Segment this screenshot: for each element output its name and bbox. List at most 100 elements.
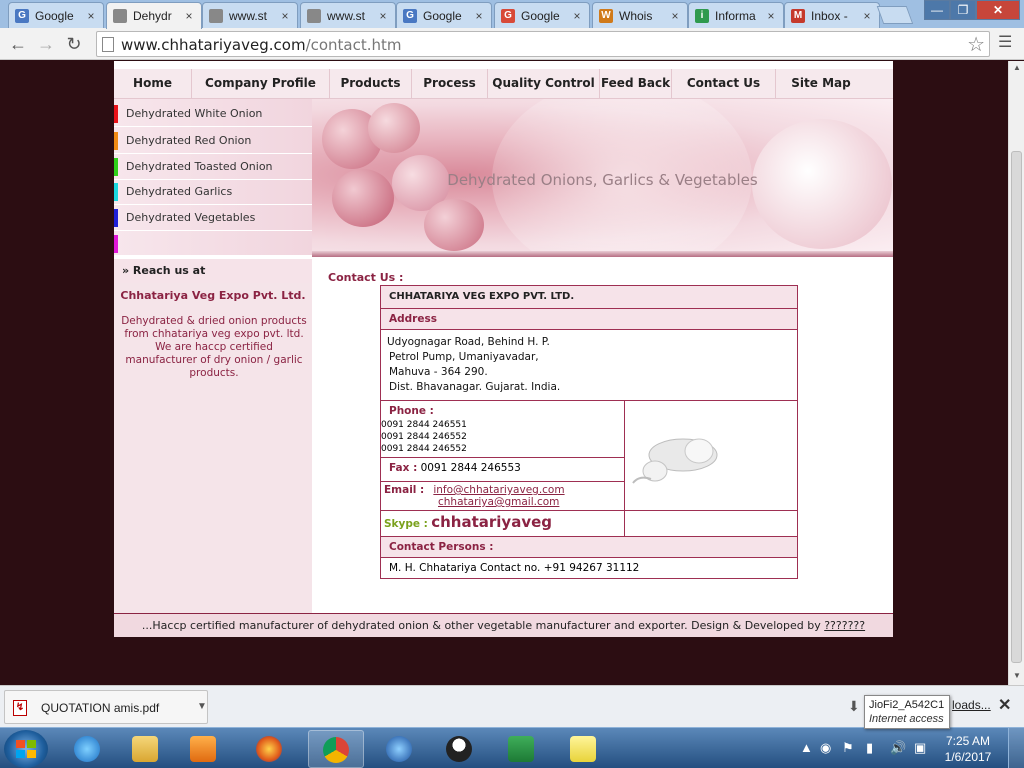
menu-item-vegetables[interactable]: Dehydrated Vegetables [114,205,312,231]
address-line: Mahuva - 364 290. [389,366,488,378]
tab-close-icon[interactable]: × [473,9,485,23]
taskbar-app-icon[interactable] [372,730,428,768]
browser-tab[interactable]: i Informa × [688,2,784,28]
page-icon [113,9,127,23]
tab-close-icon[interactable]: × [765,9,777,23]
phone-number: 0091 2844 246551 [381,420,467,430]
start-button[interactable] [4,730,48,768]
tab-close-icon[interactable]: × [279,9,291,23]
site-footer: ...Haccp certified manufacturer of dehyd… [114,613,893,637]
volume-icon[interactable]: 🔊 [890,740,906,756]
onion-image [368,103,420,153]
browser-tab[interactable]: www.st × [202,2,298,28]
contact-person: M. H. Chhatariya Contact no. +91 94267 3… [380,557,798,579]
nav-home[interactable]: Home [114,69,192,99]
whois-icon: W [599,8,613,23]
browser-tab[interactable]: W Whois × [592,2,688,28]
show-all-downloads-link[interactable]: loads... [952,698,991,712]
menu-item-garlics[interactable]: Dehydrated Garlics [114,179,312,205]
menu-color-bar [114,235,118,253]
new-tab-button[interactable] [876,6,914,24]
taskbar-clock[interactable]: 7:25 AM 1/6/2017 [938,733,998,765]
phone-image-cell [624,400,798,511]
tab-close-icon[interactable]: × [571,9,583,23]
browser-tab[interactable]: G Google × [8,2,104,28]
show-desktop-button[interactable] [1008,728,1024,768]
nav-contact-us[interactable]: Contact Us [672,69,776,99]
fax-label: Fax : [389,462,418,474]
gmail-icon: M [791,8,805,23]
menu-color-bar [114,105,118,123]
nav-site-map[interactable]: Site Map [776,69,866,99]
taskbar-media-player-icon[interactable] [176,730,232,768]
contact-persons-label: Contact Persons : [380,536,798,558]
url-text[interactable]: www.chhatariyaveg.com/contact.htm [121,36,402,54]
chrome-menu-icon[interactable]: ☰ [998,34,1016,52]
menu-item-red-onion[interactable]: Dehydrated Red Onion [114,128,312,154]
scroll-thumb[interactable] [1011,151,1022,663]
contact-table: CHHATARIYA VEG EXPO PVT. LTD. Address Ud… [380,285,798,579]
tab-title: Google [423,8,462,23]
download-item[interactable]: ↯ QUOTATION amis.pdf ▼ [4,690,208,724]
tab-close-icon[interactable]: × [377,9,389,23]
address-bar[interactable]: www.chhatariyaveg.com/contact.htm ☆ [96,31,990,57]
network-signal-icon[interactable]: ▮ [866,740,873,756]
browser-tab-strip: G Google × Dehydr × www.st × www.st × G Google × G Go… [0,0,1024,29]
taskbar-qq-icon[interactable] [432,730,488,768]
tab-close-icon[interactable]: × [183,9,195,23]
nav-process[interactable]: Process [412,69,488,99]
browser-tab[interactable]: M Inbox - × [784,2,880,28]
scroll-down-icon[interactable]: ▼ [1012,671,1022,680]
tab-close-icon[interactable]: × [861,9,873,23]
header-banner: Dehydrated Onions, Garlics & Vegetables [312,99,893,251]
window-restore-button[interactable]: ❐ [950,0,976,20]
menu-item-empty[interactable] [114,231,312,257]
taskbar-firefox-icon[interactable] [242,730,298,768]
taskbar-explorer-icon[interactable] [118,730,174,768]
pdf-icon: ↯ [13,700,27,716]
clock-time: 7:25 AM [945,734,991,748]
menu-item-white-onion[interactable]: Dehydrated White Onion [114,101,312,127]
tray-expand-icon[interactable]: ▲ [800,740,813,755]
tab-close-icon[interactable]: × [85,9,97,23]
taskbar-sticky-notes-icon[interactable] [556,730,612,768]
nav-products[interactable]: Products [330,69,412,99]
page-icon [307,8,321,23]
bookmark-star-icon[interactable]: ☆ [967,32,985,57]
window-minimize-button[interactable]: — [924,0,950,20]
nav-company-profile[interactable]: Company Profile [192,69,330,99]
nav-feed-back[interactable]: Feed Back [600,69,672,99]
email-link-info[interactable]: info@chhatariyaveg.com [433,484,564,496]
forward-arrow-icon[interactable]: → [34,32,58,56]
window-close-button[interactable]: ✕ [976,0,1020,20]
browser-tab[interactable]: www.st × [300,2,396,28]
download-arrow-icon: ⬇ [848,698,860,714]
contact-company-heading: CHHATARIYA VEG EXPO PVT. LTD. [380,285,798,309]
tab-title: Whois [619,8,653,23]
chevron-down-icon[interactable]: ▼ [197,701,207,712]
close-icon[interactable]: ✕ [998,695,1011,715]
tray-status-icon[interactable]: ▣ [914,740,926,756]
taskbar-chrome-icon[interactable] [308,730,364,768]
browser-tab[interactable]: Dehydr × [106,2,202,29]
taskbar-excel-icon[interactable] [494,730,550,768]
browser-tab[interactable]: G Google × [494,2,590,28]
developer-link[interactable]: ??????? [824,619,865,632]
reload-icon[interactable]: ↻ [62,32,86,56]
scroll-up-icon[interactable]: ▲ [1012,63,1022,72]
email-link-gmail[interactable]: chhatariya@gmail.com [438,496,559,508]
page-icon [209,8,223,23]
contact-content: Contact Us : CHHATARIYA VEG EXPO PVT. LT… [312,257,893,613]
address-block: Udyognagar Road, Behind H. P. Petrol Pum… [380,329,798,401]
vertical-scrollbar[interactable]: ▲ ▼ [1008,61,1024,685]
tab-close-icon[interactable]: × [669,9,681,23]
back-arrow-icon[interactable]: ← [6,32,30,56]
menu-item-toasted-onion[interactable]: Dehydrated Toasted Onion [114,154,312,180]
email-block: Email : info@chhatariyaveg.com chhatariy… [380,481,625,511]
browser-tab[interactable]: G Google × [396,2,492,28]
taskbar-ie-icon[interactable] [60,730,116,768]
nav-quality-control[interactable]: Quality Control [488,69,600,99]
tray-app-icon[interactable]: ◉ [820,740,831,756]
tray-flag-icon[interactable]: ⚑ [842,740,854,756]
telephone-image [632,438,718,484]
